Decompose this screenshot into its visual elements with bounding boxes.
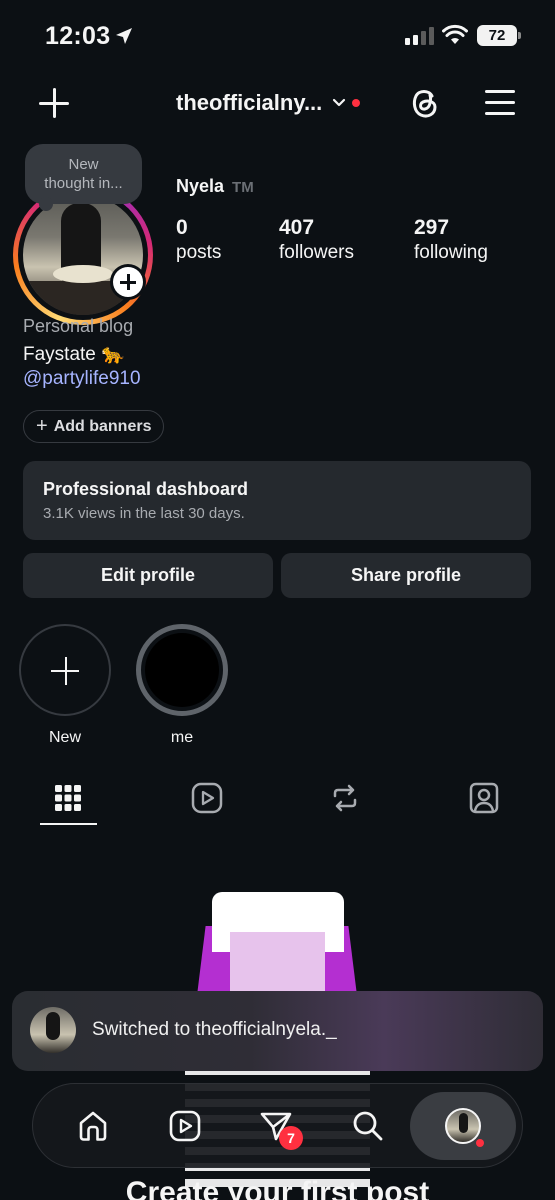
- display-name-row: Nyela TM: [176, 176, 254, 197]
- wifi-icon: [442, 24, 468, 44]
- tab-reels[interactable]: [179, 776, 235, 820]
- avatar: [445, 1108, 481, 1144]
- add-story-button[interactable]: [110, 264, 146, 300]
- threads-icon[interactable]: [406, 84, 442, 122]
- followers-label: followers: [279, 242, 354, 263]
- followers-stat[interactable]: 407 followers: [279, 216, 354, 264]
- tab-home[interactable]: [69, 1102, 117, 1150]
- chevron-down-icon: [333, 98, 346, 107]
- bottom-tab-bar: 7: [32, 1083, 523, 1168]
- trademark-label: TM: [232, 179, 254, 196]
- content-tabs: [0, 770, 555, 826]
- dashboard-subtitle: 3.1K views in the last 30 days.: [43, 505, 245, 522]
- profile-category: Personal blog: [23, 316, 134, 336]
- status-time: 12:03: [45, 22, 111, 50]
- messages-badge: 7: [279, 1126, 303, 1150]
- reels-icon: [169, 1110, 201, 1142]
- tab-reposts[interactable]: [317, 776, 373, 820]
- posts-stat[interactable]: 0 posts: [176, 216, 221, 264]
- posts-label: posts: [176, 242, 222, 263]
- toast-message: Switched to theofficialnyela._: [92, 1019, 337, 1040]
- following-count: 297: [414, 216, 450, 239]
- search-icon: [353, 1111, 383, 1141]
- avatar: [30, 1007, 76, 1053]
- battery-indicator: 72: [477, 25, 521, 46]
- note-bubble-text: New thought in...: [44, 156, 123, 192]
- bio-text: Faystate 🐆: [23, 344, 125, 365]
- plus-icon: [19, 624, 111, 716]
- add-banners-button[interactable]: + Add banners: [23, 410, 165, 443]
- tab-search[interactable]: [344, 1102, 392, 1150]
- account-switched-toast: Switched to theofficialnyela._: [12, 991, 543, 1071]
- notification-dot: [476, 1139, 484, 1147]
- edit-profile-button[interactable]: Edit profile: [23, 553, 273, 598]
- highlight-label: New: [48, 729, 81, 746]
- status-bar: 12:03 72: [0, 0, 555, 70]
- tab-profile[interactable]: [410, 1092, 516, 1160]
- bio-mention-link[interactable]: @partylife910: [23, 368, 141, 390]
- tab-grid[interactable]: [40, 776, 96, 820]
- empty-state-title: Create your first post: [125, 1176, 430, 1200]
- notification-dot: [352, 99, 361, 107]
- username: theofficialny...: [176, 90, 323, 115]
- highlight-new[interactable]: New: [19, 624, 111, 747]
- grid-icon: [55, 785, 81, 811]
- highlight-cover: [136, 624, 228, 716]
- display-name: Nyela: [176, 176, 225, 196]
- account-switcher[interactable]: theofficialny...: [176, 90, 361, 116]
- followers-count: 407: [279, 216, 315, 239]
- reposts-icon: [333, 784, 357, 812]
- location-arrow-icon: [116, 28, 132, 44]
- tab-tagged[interactable]: [456, 776, 512, 820]
- add-banners-label: Add banners: [53, 417, 152, 435]
- professional-dashboard-card[interactable]: Professional dashboard 3.1K views in the…: [23, 461, 531, 540]
- following-label: following: [414, 242, 488, 263]
- posts-count: 0: [176, 216, 188, 239]
- tab-reels[interactable]: [161, 1102, 209, 1150]
- top-navigation: theofficialny...: [0, 76, 555, 132]
- highlight-me[interactable]: me: [136, 624, 228, 747]
- highlight-label: me: [170, 729, 194, 746]
- dashboard-title: Professional dashboard: [43, 479, 249, 499]
- following-stat[interactable]: 297 following: [414, 216, 488, 264]
- active-tab-indicator: [40, 823, 97, 825]
- reels-icon: [191, 782, 223, 814]
- tagged-icon: [469, 782, 499, 814]
- cellular-signal-icon: [405, 27, 434, 45]
- create-plus-icon[interactable]: [37, 86, 71, 120]
- hamburger-menu-icon[interactable]: [485, 90, 515, 116]
- profile-avatar[interactable]: [13, 185, 153, 325]
- plus-icon: [113, 267, 143, 297]
- share-profile-button[interactable]: Share profile: [281, 553, 531, 598]
- note-bubble[interactable]: New thought in...: [25, 144, 142, 211]
- home-icon: [79, 1111, 107, 1141]
- plus-icon: +: [36, 415, 48, 437]
